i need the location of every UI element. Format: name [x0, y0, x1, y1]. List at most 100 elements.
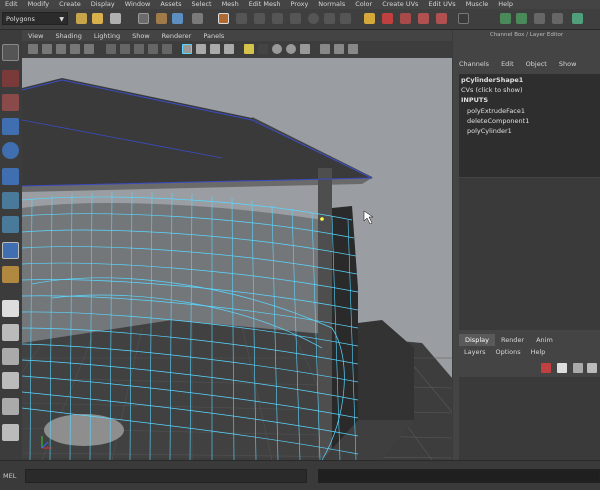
menu-mesh[interactable]: Mesh	[217, 0, 244, 9]
input-node[interactable]: deleteComponent1	[467, 117, 529, 125]
layer-menu-help[interactable]: Help	[526, 348, 551, 359]
shape-node-name[interactable]: pCylinderShape1	[461, 76, 523, 84]
select-tool-icon[interactable]	[2, 44, 19, 61]
input-field-icon[interactable]	[458, 13, 469, 24]
input-node[interactable]: polyCylinder1	[467, 127, 512, 135]
perspective-viewport[interactable]	[22, 58, 452, 460]
cb-menu-show[interactable]: Show	[553, 60, 583, 68]
cb-menu-channels[interactable]: Channels	[453, 60, 495, 68]
grid-icon[interactable]	[106, 44, 116, 54]
snap-curve-icon[interactable]	[324, 13, 335, 24]
rotate-tool-icon[interactable]	[2, 142, 19, 159]
show-manipulator-icon[interactable]	[2, 242, 19, 259]
layout-outliner-icon[interactable]	[2, 372, 19, 389]
menu-edit[interactable]: Edit	[0, 0, 23, 9]
lasso-tool-icon[interactable]	[2, 70, 19, 87]
lock-icon[interactable]	[364, 13, 375, 24]
tool-settings-icon[interactable]	[516, 13, 527, 24]
object-mask-icon[interactable]	[218, 13, 229, 24]
multisample-aa-icon[interactable]	[300, 44, 310, 54]
panel-menu-shading[interactable]: Shading	[49, 32, 87, 40]
last-tool-icon[interactable]	[2, 266, 19, 283]
menu-create[interactable]: Create	[54, 0, 86, 9]
tab-anim[interactable]: Anim	[530, 334, 559, 346]
layer-menu-layers[interactable]: Layers	[459, 348, 491, 359]
field-chart-icon[interactable]	[162, 44, 172, 54]
isolate-select-icon[interactable]	[320, 44, 330, 54]
move-down-icon[interactable]	[587, 363, 597, 373]
gate-mask-icon[interactable]	[148, 44, 158, 54]
edge-mask-icon[interactable]	[254, 13, 265, 24]
new-scene-icon[interactable]	[76, 13, 87, 24]
ipr-render-icon[interactable]	[418, 13, 429, 24]
xray-joints-icon[interactable]	[348, 44, 358, 54]
layout-two-icon[interactable]	[2, 348, 19, 365]
command-language-label[interactable]: MEL	[3, 472, 16, 480]
cb-menu-object[interactable]: Object	[520, 60, 553, 68]
wireframe-icon[interactable]	[182, 44, 192, 54]
uv-mask-icon[interactable]	[290, 13, 301, 24]
layer-editor-toggle-icon[interactable]	[552, 13, 563, 24]
layout-graph-icon[interactable]	[2, 398, 19, 415]
use-all-lights-icon[interactable]	[244, 44, 254, 54]
face-mask-icon[interactable]	[272, 13, 283, 24]
smooth-shade-icon[interactable]	[196, 44, 206, 54]
menu-display[interactable]: Display	[86, 0, 120, 9]
channel-box-toggle-icon[interactable]	[534, 13, 545, 24]
command-input[interactable]	[25, 469, 307, 483]
cvs-toggle[interactable]: CVs (click to show)	[461, 86, 523, 94]
menu-select[interactable]: Select	[187, 0, 217, 9]
snap-point-icon[interactable]	[340, 13, 351, 24]
bookmark-icon[interactable]	[56, 44, 66, 54]
shadows-icon[interactable]	[258, 44, 268, 54]
new-layer-icon[interactable]	[541, 363, 551, 373]
menu-proxy[interactable]: Proxy	[285, 0, 313, 9]
layout-four-icon[interactable]	[2, 324, 19, 341]
panel-menu-show[interactable]: Show	[126, 32, 156, 40]
tab-display[interactable]: Display	[459, 334, 495, 346]
panel-menu-renderer[interactable]: Renderer	[156, 32, 198, 40]
select-object-icon[interactable]	[156, 13, 167, 24]
move-tool-icon[interactable]	[2, 118, 19, 135]
layout-hypershade-icon[interactable]	[2, 424, 19, 441]
layer-list[interactable]	[459, 377, 600, 460]
history-icon[interactable]	[382, 13, 393, 24]
wireframe-on-shaded-icon[interactable]	[210, 44, 220, 54]
universal-manipulator-icon[interactable]	[2, 192, 19, 209]
menu-modify[interactable]: Modify	[23, 0, 55, 9]
input-node[interactable]: polyExtrudeFace1	[467, 107, 525, 115]
save-icon[interactable]	[110, 13, 121, 24]
menu-help[interactable]: Help	[493, 0, 518, 9]
open-folder-icon[interactable]	[92, 13, 103, 24]
select-hierarchy-icon[interactable]	[138, 13, 149, 24]
motion-blur-icon[interactable]	[286, 44, 296, 54]
soft-mod-tool-icon[interactable]	[2, 216, 19, 233]
menu-muscle[interactable]: Muscle	[461, 0, 494, 9]
tab-render[interactable]: Render	[495, 334, 530, 346]
modeling-toolkit-icon[interactable]	[572, 13, 583, 24]
menu-edit-uvs[interactable]: Edit UVs	[423, 0, 460, 9]
menu-edit-mesh[interactable]: Edit Mesh	[244, 0, 286, 9]
layer-menu-options[interactable]: Options	[491, 348, 526, 359]
move-up-icon[interactable]	[573, 363, 583, 373]
select-component-icon[interactable]	[172, 13, 183, 24]
scale-tool-icon[interactable]	[2, 168, 19, 185]
panel-menu-panels[interactable]: Panels	[197, 32, 230, 40]
menu-normals[interactable]: Normals	[313, 0, 350, 9]
menu-window[interactable]: Window	[120, 0, 156, 9]
attribute-editor-icon[interactable]	[500, 13, 511, 24]
image-plane-icon[interactable]	[70, 44, 80, 54]
2d-pan-zoom-icon[interactable]	[84, 44, 94, 54]
textured-icon[interactable]	[224, 44, 234, 54]
camera-attributes-icon[interactable]	[42, 44, 52, 54]
snap-grid-icon[interactable]	[308, 13, 319, 24]
vertex-mask-icon[interactable]	[192, 13, 203, 24]
menu-color[interactable]: Color	[350, 0, 377, 9]
xray-icon[interactable]	[334, 44, 344, 54]
menu-set-dropdown[interactable]: Polygons ▼	[2, 12, 68, 25]
menu-assets[interactable]: Assets	[155, 0, 186, 9]
paint-select-tool-icon[interactable]	[2, 94, 19, 111]
resolution-gate-icon[interactable]	[134, 44, 144, 54]
panel-menu-view[interactable]: View	[22, 32, 49, 40]
ambient-occlusion-icon[interactable]	[272, 44, 282, 54]
